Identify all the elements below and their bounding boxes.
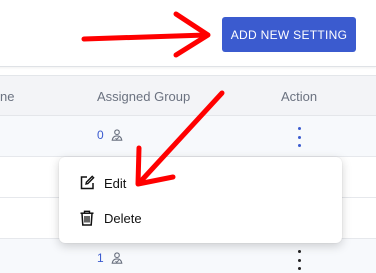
table-header: ne Assigned Group Action bbox=[0, 76, 376, 116]
column-header-assigned-group: Assigned Group bbox=[97, 89, 191, 104]
user-group-icon bbox=[110, 252, 124, 264]
menu-item-delete[interactable]: Delete bbox=[59, 198, 342, 238]
menu-item-label: Delete bbox=[104, 211, 142, 226]
menu-item-label: Edit bbox=[104, 176, 127, 191]
column-header-action: Action bbox=[281, 89, 318, 104]
add-new-setting-button[interactable]: ADD NEW SETTING bbox=[222, 17, 356, 52]
row-actions-kebab-icon[interactable] bbox=[293, 250, 305, 270]
table-row: 1 bbox=[0, 239, 376, 273]
user-group-icon bbox=[110, 129, 124, 141]
menu-item-edit[interactable]: Edit bbox=[59, 163, 342, 203]
assigned-group-count: 1 bbox=[97, 251, 104, 265]
table-row: 0 bbox=[0, 116, 376, 157]
trash-icon bbox=[78, 209, 96, 227]
assigned-group-link[interactable]: 0 bbox=[97, 128, 124, 142]
row-actions-kebab-icon[interactable] bbox=[293, 127, 305, 147]
column-header-name: ne bbox=[0, 89, 15, 104]
assigned-group-count: 0 bbox=[97, 128, 104, 142]
assigned-group-link[interactable]: 1 bbox=[97, 251, 124, 265]
row-actions-menu: Edit Delete bbox=[59, 157, 342, 243]
edit-icon bbox=[78, 174, 96, 192]
